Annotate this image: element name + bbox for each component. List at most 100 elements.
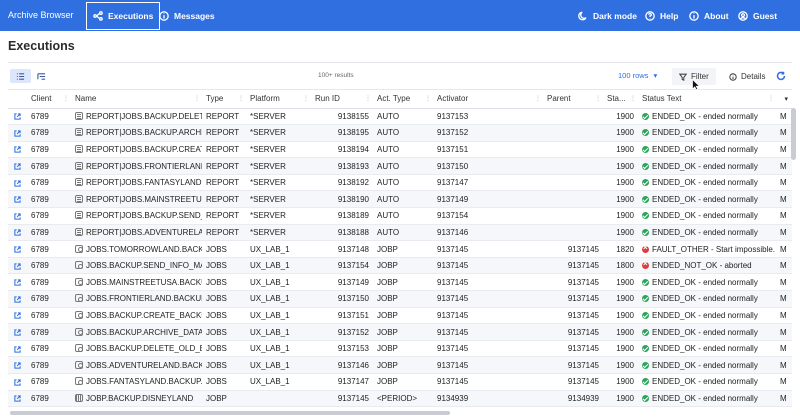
column-header-platform[interactable]: Platform ⋮ bbox=[246, 90, 311, 109]
cell-platform: UX_LAB_1 bbox=[246, 273, 311, 292]
horizontal-scrollbar[interactable] bbox=[10, 411, 450, 415]
external-link-icon[interactable] bbox=[14, 146, 21, 154]
help-icon bbox=[645, 10, 655, 21]
external-link-icon[interactable] bbox=[14, 395, 21, 402]
column-header-status-text[interactable]: Status Text ⋮ bbox=[638, 90, 776, 109]
open-link-cell[interactable] bbox=[8, 290, 27, 308]
dark-mode-label: Dark mode bbox=[593, 10, 637, 21]
table-row[interactable]: 6789 REPORT|JOBS.BACKUP.SEND_INF REPORT *SE… bbox=[8, 207, 792, 225]
table-row[interactable]: 6789 JOBP.BACKUP.DISNEYLAND JOBP 9137145 <PE… bbox=[8, 390, 792, 408]
cell-activator: 9137145 bbox=[433, 323, 543, 341]
cell-extra-text: M bbox=[780, 393, 787, 403]
user-menu[interactable]: Guest bbox=[738, 0, 777, 31]
table-row[interactable]: 6789 JOBS.ADVENTURELAND.BACKUP JOBS UX_LAB_… bbox=[8, 356, 792, 374]
open-link-cell[interactable] bbox=[8, 207, 27, 225]
open-link-cell[interactable] bbox=[8, 390, 27, 408]
vertical-scrollbar[interactable] bbox=[791, 108, 796, 160]
details-button[interactable]: Details bbox=[722, 68, 772, 85]
open-link-cell[interactable] bbox=[8, 124, 27, 142]
open-link-cell[interactable] bbox=[8, 224, 27, 242]
open-link-cell[interactable] bbox=[8, 373, 27, 391]
column-header-client[interactable]: Client ⋮ bbox=[27, 90, 71, 109]
open-link-cell[interactable] bbox=[8, 157, 27, 175]
table-row[interactable]: 6789 JOBS.BACKUP.DELETE_OLD_BACI JOBS UX_LA… bbox=[8, 340, 792, 358]
cell-extra: M bbox=[776, 356, 792, 374]
column-header-type[interactable]: Type ⋮ bbox=[202, 90, 246, 109]
external-link-icon[interactable] bbox=[14, 296, 21, 303]
cell-client: 6789 bbox=[27, 373, 71, 391]
column-menu-button[interactable]: ▾ bbox=[776, 90, 792, 109]
open-link-cell[interactable] bbox=[8, 174, 27, 192]
open-link-cell[interactable] bbox=[8, 307, 27, 325]
cell-act-type-text: <PERIOD> bbox=[377, 393, 418, 403]
table-row[interactable]: 6789 JOBS.FANTASYLAND.BACKUP.CO JOBS UX_LAB… bbox=[8, 373, 792, 391]
list-view-button[interactable] bbox=[10, 69, 31, 83]
open-link-cell[interactable] bbox=[8, 190, 27, 209]
external-link-icon[interactable] bbox=[14, 179, 21, 187]
rows-per-page-select[interactable]: 100 rows ▾ bbox=[618, 71, 657, 80]
cell-status-code: 1900 bbox=[603, 340, 638, 358]
table-row[interactable]: 6789 JOBS.TOMORROWLAND.BACKUP JOBS UX_LAB_1… bbox=[8, 240, 792, 258]
open-link-cell[interactable] bbox=[8, 273, 27, 292]
cell-status-text-text: ENDED_OK - ended normally bbox=[652, 178, 758, 188]
table-row[interactable]: 6789 REPORT|JOBS.BACKUP.DELETE_C REPORT *SE… bbox=[8, 108, 792, 126]
about-button[interactable]: About bbox=[689, 0, 729, 31]
external-link-icon[interactable] bbox=[14, 279, 21, 286]
external-link-icon[interactable] bbox=[14, 196, 21, 203]
open-link-cell[interactable] bbox=[8, 240, 27, 258]
table-row[interactable]: 6789 JOBS.FRONTIERLAND.BACKUP.C JOBS UX_LAB… bbox=[8, 290, 792, 308]
external-link-icon[interactable] bbox=[14, 163, 21, 170]
cell-status-code: 1900 bbox=[603, 290, 638, 308]
cell-status-code-text: 1900 bbox=[616, 227, 634, 237]
cell-status-code: 1800 bbox=[603, 257, 638, 275]
table-row[interactable]: 6789 REPORT|JOBS.BACKUP.CREATE_E REPORT *SE… bbox=[8, 141, 792, 159]
cell-name-text: REPORT|JOBS.BACKUP.SEND_INF bbox=[86, 211, 202, 221]
cell-act-type: JOBP bbox=[373, 290, 433, 308]
cell-status-code-text: 1820 bbox=[616, 244, 634, 254]
table-row[interactable]: 6789 JOBS.BACKUP.CREATE_BACKUF JOBS UX_LAB_… bbox=[8, 307, 792, 325]
external-link-icon[interactable] bbox=[14, 246, 21, 253]
dark-mode-toggle[interactable]: Dark mode bbox=[578, 0, 637, 31]
tree-view-button[interactable] bbox=[31, 69, 52, 83]
table-row[interactable]: 6789 REPORT|JOBS.BACKUP.ARCHIVE_ REPORT *SE… bbox=[8, 124, 792, 142]
column-header-run-id[interactable]: Run ID ⋮ bbox=[311, 90, 373, 109]
help-button[interactable]: Help bbox=[645, 0, 678, 31]
table-row[interactable]: 6789 JOBS.BACKUP.SEND_INFO_MAIL JOBS UX_LAB… bbox=[8, 257, 792, 275]
open-link-cell[interactable] bbox=[8, 340, 27, 358]
column-label: Name bbox=[75, 94, 97, 104]
external-link-icon[interactable] bbox=[14, 312, 21, 319]
table-row[interactable]: 6789 JOBS.MAINSTREETUSA.BACKUP JOBS UX_LAB_… bbox=[8, 273, 792, 292]
external-link-icon[interactable] bbox=[14, 113, 21, 120]
table-row[interactable]: 6789 REPORT|JOBS.FANTASYLAND.BAG REPORT *SE… bbox=[8, 174, 792, 192]
column-header-parent[interactable]: Parent ⋮ bbox=[543, 90, 603, 109]
table-row[interactable]: 6789 REPORT|JOBS.ADVENTURELAND. REPORT *SER… bbox=[8, 224, 792, 242]
external-link-icon[interactable] bbox=[14, 213, 21, 220]
column-header-activator[interactable]: Activator ⋮ bbox=[433, 90, 543, 109]
refresh-button[interactable] bbox=[776, 71, 786, 81]
cell-run-id-text: 9138195 bbox=[337, 128, 369, 138]
external-link-icon[interactable] bbox=[14, 329, 21, 336]
column-header-status[interactable]: Sta... ⋮ bbox=[603, 90, 638, 109]
cell-platform-text: UX_LAB_1 bbox=[250, 244, 290, 254]
external-link-icon[interactable] bbox=[14, 379, 21, 386]
external-link-icon[interactable] bbox=[14, 130, 21, 137]
external-link-icon[interactable] bbox=[14, 345, 21, 353]
open-link-cell[interactable] bbox=[8, 356, 27, 374]
cell-extra-text: M bbox=[780, 211, 787, 221]
open-link-cell[interactable] bbox=[8, 257, 27, 275]
column-header-act-type[interactable]: Act. Type ⋮ bbox=[373, 90, 433, 109]
table-row[interactable]: 6789 JOBS.BACKUP.ARCHIVE_DATA JOBS UX_LAB_1… bbox=[8, 323, 792, 341]
open-link-cell[interactable] bbox=[8, 108, 27, 126]
nav-executions[interactable]: Executions bbox=[86, 2, 161, 30]
table-row[interactable]: 6789 REPORT|JOBS.MAINSTREETUSA.E REPORT *SE… bbox=[8, 190, 792, 209]
sort-icon: ⋮ bbox=[630, 96, 636, 102]
external-link-icon[interactable] bbox=[14, 362, 21, 369]
table-row[interactable]: 6789 REPORT|JOBS.FRONTIERLAND.BA REPORT *SE… bbox=[8, 157, 792, 175]
open-link-cell[interactable] bbox=[8, 323, 27, 341]
external-link-icon[interactable] bbox=[14, 229, 21, 236]
cell-activator-text: 9137145 bbox=[437, 244, 469, 254]
column-header-name[interactable]: Name ⋮ bbox=[71, 90, 202, 109]
external-link-icon[interactable] bbox=[14, 262, 21, 270]
nav-messages[interactable]: Messages bbox=[159, 0, 215, 31]
open-link-cell[interactable] bbox=[8, 141, 27, 159]
